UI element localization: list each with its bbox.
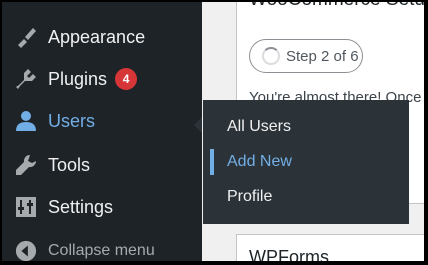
flyout-pointer <box>194 117 202 133</box>
submenu-item-label: All Users <box>227 118 292 135</box>
sidebar-item-tools[interactable]: Tools <box>2 144 202 186</box>
sidebar-item-label: Users <box>48 110 96 131</box>
wpforms-card: WPForms <box>236 234 424 261</box>
submenu-item-profile[interactable]: Profile <box>203 182 409 212</box>
sidebar-item-label: Plugins <box>48 68 108 89</box>
setup-card-title: WooCommerce Setup <box>249 2 424 11</box>
wpforms-card-title: WPForms <box>249 247 329 261</box>
submenu-item-label: Add New <box>227 153 292 170</box>
spinner-icon <box>262 47 280 65</box>
user-icon <box>12 107 40 135</box>
submenu-item-add-new[interactable]: Add New <box>203 147 409 177</box>
sidebar-item-plugins[interactable]: Plugins 4 <box>2 58 202 100</box>
step-label: Step 2 of 6 <box>286 47 359 65</box>
admin-sidebar: Appearance Plugins 4 Users Tools Setting… <box>2 2 202 261</box>
collapse-arrow-icon <box>12 237 40 261</box>
submenu-item-all-users[interactable]: All Users <box>203 112 409 142</box>
sidebar-item-appearance[interactable]: Appearance <box>2 16 202 58</box>
paintbrush-icon <box>12 23 40 51</box>
submenu-item-label: Profile <box>227 188 273 205</box>
sidebar-item-label: Settings <box>48 196 114 217</box>
collapse-menu-button[interactable]: Collapse menu <box>2 230 202 261</box>
wrench-icon <box>12 151 40 179</box>
step-indicator: Step 2 of 6 <box>249 39 363 73</box>
settings-sliders-icon <box>12 193 40 221</box>
users-submenu-flyout: All Users Add New Profile <box>203 100 409 224</box>
plugin-icon <box>12 65 40 93</box>
sidebar-item-label: Tools <box>48 154 91 175</box>
plugin-update-badge: 4 <box>115 68 138 90</box>
collapse-menu-label: Collapse menu <box>48 242 155 259</box>
sidebar-item-label: Appearance <box>48 26 146 47</box>
screen-frame: Appearance Plugins 4 Users Tools Setting… <box>2 2 424 261</box>
sidebar-item-users[interactable]: Users <box>2 100 202 142</box>
sidebar-item-settings[interactable]: Settings <box>2 186 202 228</box>
